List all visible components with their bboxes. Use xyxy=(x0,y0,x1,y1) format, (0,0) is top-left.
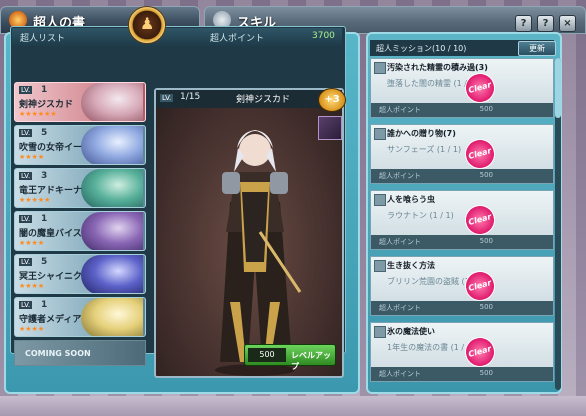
mission-reward-label: 超人ポイント xyxy=(379,238,421,246)
hero-stars: ★★★★ xyxy=(19,325,45,333)
level-up-label: レベルアップ xyxy=(291,351,331,371)
clear-stamp-icon: Clear xyxy=(461,201,499,239)
level-tag: LV. xyxy=(19,258,33,266)
mission-icon xyxy=(374,260,386,272)
hero-level: 5 xyxy=(41,128,48,138)
mission-reward-value: 500 xyxy=(479,105,493,113)
hero-portrait xyxy=(81,169,143,207)
hero-list-item[interactable]: LV. 1 守護者メディア ★★★★ xyxy=(14,297,146,337)
mission-icon xyxy=(374,194,386,206)
hero-name: 闇の魔皇バイス xyxy=(19,229,82,239)
figure-icon: ♟ xyxy=(140,14,155,33)
level-tag: LV. xyxy=(19,172,33,180)
hero-list-label: 超人リスト xyxy=(20,34,66,44)
mission-icon xyxy=(374,62,386,74)
close-button[interactable]: × xyxy=(559,15,576,32)
hero-level: 3 xyxy=(41,171,48,181)
detail-level: 1/15 xyxy=(180,92,201,102)
level-up-button[interactable]: 500 レベルアップ xyxy=(244,344,336,371)
help-button[interactable]: ? xyxy=(515,15,532,32)
mission-reward-value: 500 xyxy=(479,237,493,245)
hero-level: 1 xyxy=(41,85,48,95)
scrollbar-thumb[interactable] xyxy=(555,58,561,118)
level-tag: LV. xyxy=(19,129,33,137)
mission-title: 人を喰らう虫 xyxy=(387,195,435,204)
level-tag: LV. xyxy=(19,215,33,223)
mission-scrollbar[interactable] xyxy=(555,58,561,390)
hero-name: 剣神ジスカド xyxy=(19,100,74,110)
level-up-cost: 500 xyxy=(248,348,286,362)
sword-skill-icon[interactable] xyxy=(318,116,342,140)
hero-name: 守護者メディア xyxy=(19,315,82,325)
hero-portrait xyxy=(81,212,143,250)
hero-stars: ★★★★ xyxy=(19,153,45,161)
mission-reward-value: 500 xyxy=(479,171,493,179)
level-tag: LV. xyxy=(19,86,33,94)
clear-stamp-icon: Clear xyxy=(461,135,499,173)
clear-stamp-icon: Clear xyxy=(461,69,499,107)
game-world-background xyxy=(0,396,586,416)
hero-level: 1 xyxy=(41,300,48,310)
mission-title: 誰かへの贈り物(7) xyxy=(387,129,456,138)
hero-list-item[interactable]: LV. 5 吹雪の女帝イー ★★★★ xyxy=(14,125,146,165)
mission-card[interactable]: 汚染された精霊の積み過(3) 堕落した闇の精霊 (1 / 1) 超人ポイント 5… xyxy=(370,58,554,118)
mission-card[interactable]: 人を喰らう虫 ラウナトン (1 / 1) 超人ポイント 500 Clear xyxy=(370,190,554,250)
mission-desc: ラウナトン (1 / 1) xyxy=(387,211,454,220)
mission-card[interactable]: 誰かへの贈り物(7) サンフェーズ (1 / 1) 超人ポイント 500 Cle… xyxy=(370,124,554,184)
coming-soon-slot: COMING SOON xyxy=(14,340,146,366)
list-header-bar: 超人リスト 超人ポイント 3700 xyxy=(12,28,342,46)
mission-icon xyxy=(374,326,386,338)
hero-level: 1 xyxy=(41,214,48,224)
hero-portrait xyxy=(81,83,143,121)
detail-hero-name: 剣神ジスカド xyxy=(236,95,291,105)
mission-card[interactable]: 生き抜く方法 ブリリン荒園の盗賊 (1 / 1) 超人ポイント 500 Clea… xyxy=(370,256,554,316)
mission-reward-label: 超人ポイント xyxy=(379,370,421,378)
hero-level: 5 xyxy=(41,257,48,267)
level-tag: LV. xyxy=(19,301,33,309)
hero-list-item[interactable]: LV. 5 冥王シャイニク ★★★★ xyxy=(14,254,146,294)
hero-list-item[interactable]: LV. 3 竜王アドキーナ ★★★★★ xyxy=(14,168,146,208)
mission-reward-value: 500 xyxy=(479,369,493,377)
hero-list-item[interactable]: LV. 1 闇の魔皇バイス ★★★★ xyxy=(14,211,146,251)
hero-stars: ★★★★★ xyxy=(19,196,51,204)
hero-name: 冥王シャイニク xyxy=(19,272,83,282)
hero-portrait xyxy=(81,255,143,293)
enhance-badge[interactable]: +3 xyxy=(318,88,346,112)
hero-stars: ★★★★★★ xyxy=(19,110,57,118)
hero-name: 竜王アドキーナ xyxy=(19,186,83,196)
mission-reward-label: 超人ポイント xyxy=(379,106,421,114)
detail-level-tag: LV. xyxy=(160,94,174,102)
hero-stars: ★★★★ xyxy=(19,282,45,290)
hero-portrait xyxy=(81,126,143,164)
mission-reward-label: 超人ポイント xyxy=(379,304,421,312)
mission-desc: サンフェーズ (1 / 1) xyxy=(387,145,462,154)
mission-header-title: 超人ミッション(10 / 10) xyxy=(376,44,467,53)
mission-icon xyxy=(374,128,386,140)
hero-points-label: 超人ポイント xyxy=(210,34,265,44)
help-button-2[interactable]: ? xyxy=(537,15,554,32)
hero-list-item[interactable]: LV. 1 剣神ジスカド ★★★★★★ xyxy=(14,82,146,122)
hero-portrait xyxy=(81,298,143,336)
hero-points-value: 3700 xyxy=(312,31,335,41)
mission-title: 生き抜く方法 xyxy=(387,261,435,270)
mission-reward-value: 500 xyxy=(479,303,493,311)
mission-desc: 1年生の魔法の書 (1 / 1) xyxy=(387,343,475,352)
refresh-button[interactable]: 更新 xyxy=(518,41,556,56)
mission-title: 汚染された精霊の積み過(3) xyxy=(387,63,488,72)
hero-character-art xyxy=(215,130,302,376)
mission-title: 氷の魔法使い xyxy=(387,327,435,336)
mission-card[interactable]: 氷の魔法使い 1年生の魔法の書 (1 / 1) 超人ポイント 500 Clear xyxy=(370,322,554,382)
hero-name: 吹雪の女帝イー xyxy=(19,143,83,153)
mission-reward-label: 超人ポイント xyxy=(379,172,421,180)
clear-stamp-icon: Clear xyxy=(461,267,499,305)
clear-stamp-icon: Clear xyxy=(461,333,499,371)
hero-stars: ★★★★ xyxy=(19,239,45,247)
hero-medal-icon: ♟ xyxy=(128,6,166,44)
